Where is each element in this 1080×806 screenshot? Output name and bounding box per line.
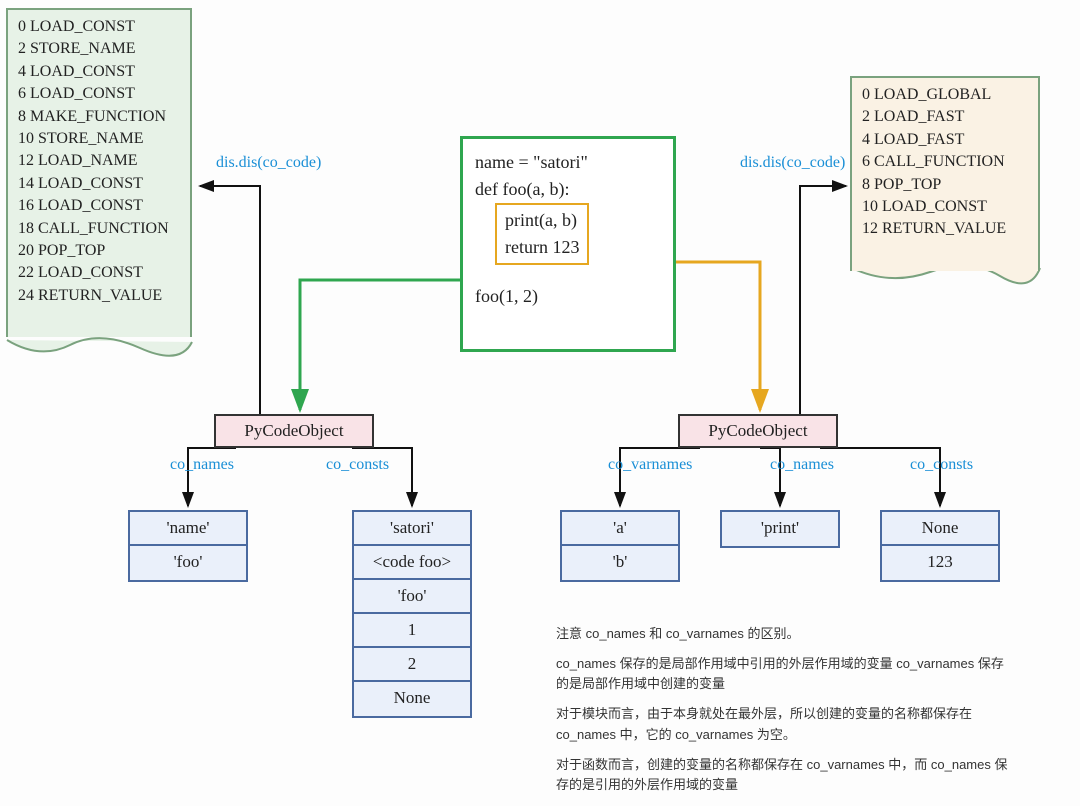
bytecode-line: 12 LOAD_NAME bbox=[18, 150, 180, 172]
bytecode-line: 0 LOAD_CONST bbox=[18, 16, 180, 38]
attr-co-consts-r: co_consts bbox=[910, 456, 973, 474]
value-cell: 'print' bbox=[722, 512, 838, 546]
source-line: print(a, b) bbox=[505, 207, 579, 234]
bytecode-line: 12 RETURN_VALUE bbox=[862, 218, 1028, 240]
value-cell: 'satori' bbox=[354, 512, 470, 546]
bytecode-line: 6 CALL_FUNCTION bbox=[862, 151, 1028, 173]
source-line: foo(1, 2) bbox=[475, 283, 661, 310]
bytecode-line: 0 LOAD_GLOBAL bbox=[862, 84, 1028, 106]
attr-co-names-r: co_names bbox=[770, 456, 834, 474]
note-paragraph: 对于函数而言，创建的变量的名称都保存在 co_varnames 中，而 co_n… bbox=[556, 755, 1016, 795]
pycodeobject-function: PyCodeObject bbox=[678, 414, 838, 448]
bytecode-line: 24 RETURN_VALUE bbox=[18, 285, 180, 307]
bytecode-line: 4 LOAD_FAST bbox=[862, 129, 1028, 151]
bytecode-line: 8 POP_TOP bbox=[862, 174, 1028, 196]
pycodeobject-module: PyCodeObject bbox=[214, 414, 374, 448]
bytecode-line: 22 LOAD_CONST bbox=[18, 262, 180, 284]
fn-co-names: 'print' bbox=[720, 510, 840, 548]
value-cell: 'name' bbox=[130, 512, 246, 546]
function-bytecode-box: 0 LOAD_GLOBAL2 LOAD_FAST4 LOAD_FAST6 CAL… bbox=[850, 76, 1040, 271]
note-paragraph: co_names 保存的是局部作用域中引用的外层作用域的变量 co_varnam… bbox=[556, 654, 1016, 694]
value-cell: 'a' bbox=[562, 512, 678, 546]
bytecode-line: 14 LOAD_CONST bbox=[18, 173, 180, 195]
module-co-names: 'name''foo' bbox=[128, 510, 248, 582]
value-cell: 1 bbox=[354, 614, 470, 648]
value-cell: 'b' bbox=[562, 546, 678, 580]
bytecode-line: 2 LOAD_FAST bbox=[862, 106, 1028, 128]
bytecode-line: 10 LOAD_CONST bbox=[862, 196, 1028, 218]
source-line: name = "satori" bbox=[475, 149, 661, 176]
source-line: def foo(a, b): bbox=[475, 176, 661, 203]
value-cell: 123 bbox=[882, 546, 998, 580]
value-cell: None bbox=[354, 682, 470, 716]
module-co-consts: 'satori'<code foo>'foo'12None bbox=[352, 510, 472, 718]
note-paragraph: 注意 co_names 和 co_varnames 的区别。 bbox=[556, 624, 1016, 644]
source-line: return 123 bbox=[505, 234, 579, 261]
bytecode-line: 10 STORE_NAME bbox=[18, 128, 180, 150]
value-cell: <code foo> bbox=[354, 546, 470, 580]
module-bytecode-box: 0 LOAD_CONST2 STORE_NAME4 LOAD_CONST6 LO… bbox=[6, 8, 192, 337]
attr-co-names: co_names bbox=[170, 456, 234, 474]
note-paragraph: 对于模块而言，由于本身就处在最外层，所以创建的变量的名称都保存在 co_name… bbox=[556, 704, 1016, 744]
value-cell: 'foo' bbox=[130, 546, 246, 580]
fn-co-varnames: 'a''b' bbox=[560, 510, 680, 582]
value-cell: None bbox=[882, 512, 998, 546]
value-cell: 2 bbox=[354, 648, 470, 682]
notes-block: 注意 co_names 和 co_varnames 的区别。 co_names 保… bbox=[556, 624, 1016, 805]
bytecode-line: 20 POP_TOP bbox=[18, 240, 180, 262]
attr-co-varnames: co_varnames bbox=[608, 456, 692, 474]
dis-label-right: dis.dis(co_code) bbox=[740, 154, 845, 172]
fn-co-consts: None123 bbox=[880, 510, 1000, 582]
source-code-box: name = "satori" def foo(a, b): print(a, … bbox=[460, 136, 676, 352]
bytecode-line: 8 MAKE_FUNCTION bbox=[18, 106, 180, 128]
bytecode-line: 4 LOAD_CONST bbox=[18, 61, 180, 83]
dis-label-left: dis.dis(co_code) bbox=[216, 154, 321, 172]
bytecode-line: 18 CALL_FUNCTION bbox=[18, 218, 180, 240]
bytecode-line: 2 STORE_NAME bbox=[18, 38, 180, 60]
attr-co-consts: co_consts bbox=[326, 456, 389, 474]
bytecode-line: 6 LOAD_CONST bbox=[18, 83, 180, 105]
bytecode-line: 16 LOAD_CONST bbox=[18, 195, 180, 217]
function-body-box: print(a, b) return 123 bbox=[495, 203, 589, 265]
value-cell: 'foo' bbox=[354, 580, 470, 614]
